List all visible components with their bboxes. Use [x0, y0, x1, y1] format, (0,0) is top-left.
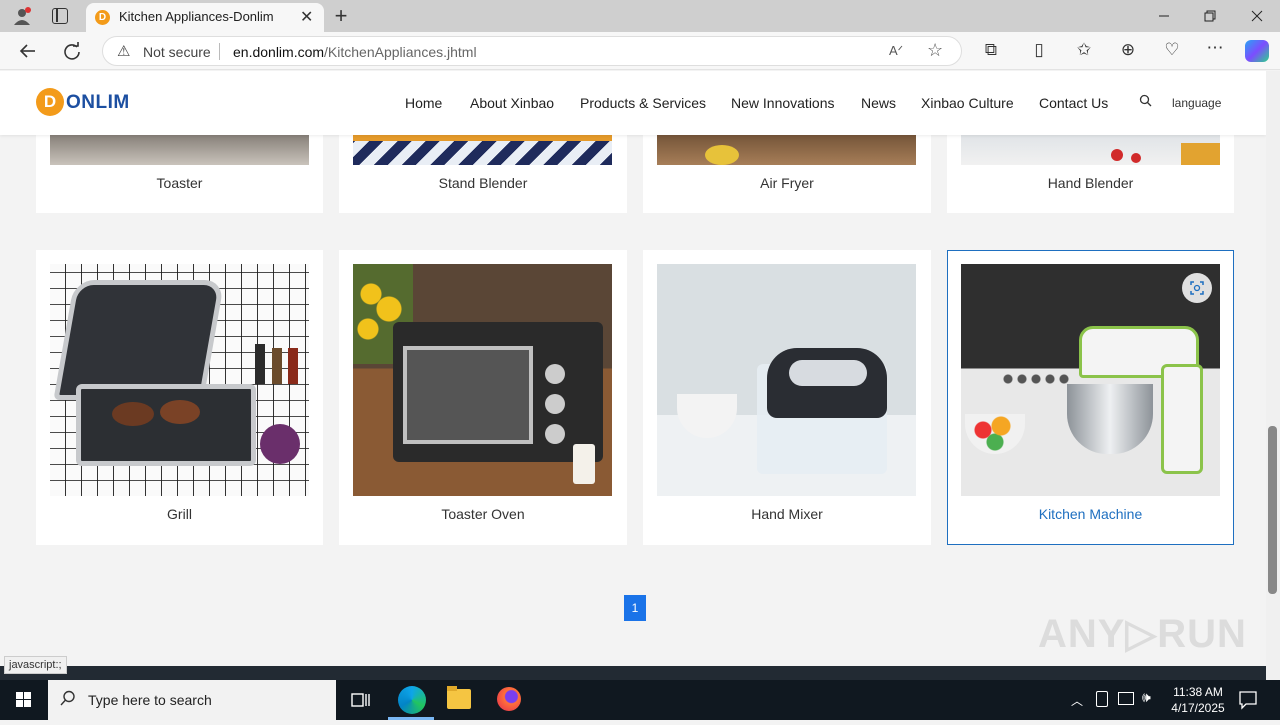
notifications-icon[interactable] [1238, 690, 1258, 715]
product-card[interactable]: Toaster [36, 129, 323, 213]
visual-search-icon[interactable] [1182, 273, 1212, 303]
favorites-icon[interactable]: ✩ [1073, 40, 1095, 60]
restore-icon[interactable] [1200, 6, 1220, 29]
product-label: Stand Blender [438, 175, 528, 191]
hand-mixer-image [657, 264, 916, 496]
language-selector[interactable]: language [1172, 96, 1221, 110]
favorite-star-icon[interactable]: ☆ [927, 40, 943, 61]
nav-culture[interactable]: Xinbao Culture [921, 95, 1014, 111]
web-page: D ONLIM Home About Xinbao Products & Ser… [0, 71, 1266, 680]
url-bar[interactable]: ⚠ Not secure en.donlim.com/KitchenApplia… [102, 36, 962, 66]
windows-taskbar: Type here to search ︿ 🕪 11:38 AM 4/17/20… [0, 680, 1280, 720]
collections-icon[interactable]: ⊕ [1117, 40, 1139, 60]
task-view-icon[interactable] [348, 688, 374, 714]
nav-news[interactable]: News [861, 95, 896, 111]
close-window-icon[interactable] [1247, 6, 1267, 29]
product-card-hand-mixer[interactable]: Hand Mixer [643, 250, 931, 545]
read-aloud-icon[interactable]: Aᐟ [889, 43, 903, 59]
product-label: Toaster Oven [441, 506, 525, 522]
product-label: Hand Mixer [751, 506, 823, 522]
clock-time: 11:38 AM [1173, 685, 1223, 699]
device-icon[interactable] [1096, 691, 1108, 707]
scrollbar-thumb[interactable] [1268, 426, 1277, 594]
security-label[interactable]: Not secure [143, 44, 211, 60]
search-icon [60, 690, 76, 711]
product-card-kitchen-machine[interactable]: Kitchen Machine [947, 250, 1234, 545]
nav-contact[interactable]: Contact Us [1039, 95, 1108, 111]
page-scrollbar[interactable] [1266, 71, 1280, 680]
search-icon[interactable] [1139, 94, 1152, 110]
product-label: Toaster [156, 175, 203, 191]
product-card[interactable]: Air Fryer [643, 129, 931, 213]
site-header: D ONLIM Home About Xinbao Products & Ser… [0, 71, 1266, 135]
product-card[interactable]: Hand Blender [947, 129, 1234, 213]
network-icon[interactable] [1118, 692, 1134, 705]
nav-products[interactable]: Products & Services [580, 95, 706, 111]
nav-home[interactable]: Home [405, 95, 442, 111]
product-label: Grill [167, 506, 192, 522]
page-1-button[interactable]: 1 [624, 595, 646, 621]
url-path: /KitchenAppliances.jhtml [324, 44, 477, 60]
nav-about[interactable]: About Xinbao [470, 95, 554, 111]
product-card-toaster-oven[interactable]: Toaster Oven [339, 250, 627, 545]
grill-image [50, 264, 309, 496]
split-screen-icon[interactable]: ▯ [1028, 40, 1050, 60]
close-tab-icon[interactable]: ✕ [300, 7, 313, 27]
file-explorer-icon[interactable] [447, 686, 471, 709]
minimize-icon[interactable] [1154, 6, 1174, 29]
toaster-oven-image [353, 264, 612, 496]
show-hidden-icons[interactable]: ︿ [1071, 692, 1083, 709]
footer [0, 666, 1266, 680]
anyrun-watermark: ANY▷RUN [1038, 612, 1247, 656]
product-card-grill[interactable]: Grill [36, 250, 323, 545]
product-card[interactable]: Stand Blender [339, 129, 627, 213]
copilot-icon[interactable] [1245, 40, 1269, 62]
warning-icon[interactable]: ⚠ [117, 42, 130, 60]
product-label: Hand Blender [1047, 175, 1134, 191]
address-toolbar: ⚠ Not secure en.donlim.com/KitchenApplia… [0, 32, 1280, 70]
taskbar-search[interactable]: Type here to search [48, 680, 336, 720]
tab-title: Kitchen Appliances-Donlim [119, 9, 274, 24]
firefox-icon[interactable] [497, 687, 521, 711]
windows-start-icon[interactable] [0, 680, 48, 720]
nav-innovations[interactable]: New Innovations [731, 95, 835, 111]
logo-mark: D [36, 88, 64, 116]
clock-date: 4/17/2025 [1171, 701, 1225, 715]
product-label: Air Fryer [760, 175, 814, 191]
more-menu-icon[interactable]: ⋯ [1204, 38, 1226, 58]
profile-icon[interactable] [12, 6, 32, 26]
system-clock[interactable]: 11:38 AM 4/17/2025 [1160, 684, 1236, 716]
logo-text: ONLIM [66, 92, 130, 113]
url-divider [219, 43, 220, 60]
product-label: Kitchen Machine [1038, 506, 1143, 522]
tab-bar: D Kitchen Appliances-Donlim ✕ + [0, 0, 1280, 32]
browser-essentials-icon[interactable]: ♡ [1161, 40, 1183, 60]
url-text[interactable]: en.donlim.com/KitchenAppliances.jhtml [233, 44, 477, 60]
extensions-icon[interactable]: ⧉ [980, 40, 1002, 60]
new-tab-button[interactable]: + [330, 3, 352, 29]
edge-taskbar-icon[interactable] [398, 686, 426, 714]
favicon-icon: D [95, 10, 110, 25]
tab-actions-icon[interactable] [52, 8, 68, 24]
status-bar-url: javascript:; [4, 656, 67, 674]
url-domain: en.donlim.com [233, 44, 325, 60]
volume-icon[interactable]: 🕪 [1142, 689, 1151, 706]
browser-tab[interactable]: D Kitchen Appliances-Donlim ✕ [86, 3, 324, 32]
taskbar-search-placeholder: Type here to search [88, 692, 212, 708]
back-icon[interactable] [18, 41, 38, 66]
refresh-icon[interactable] [62, 41, 82, 66]
